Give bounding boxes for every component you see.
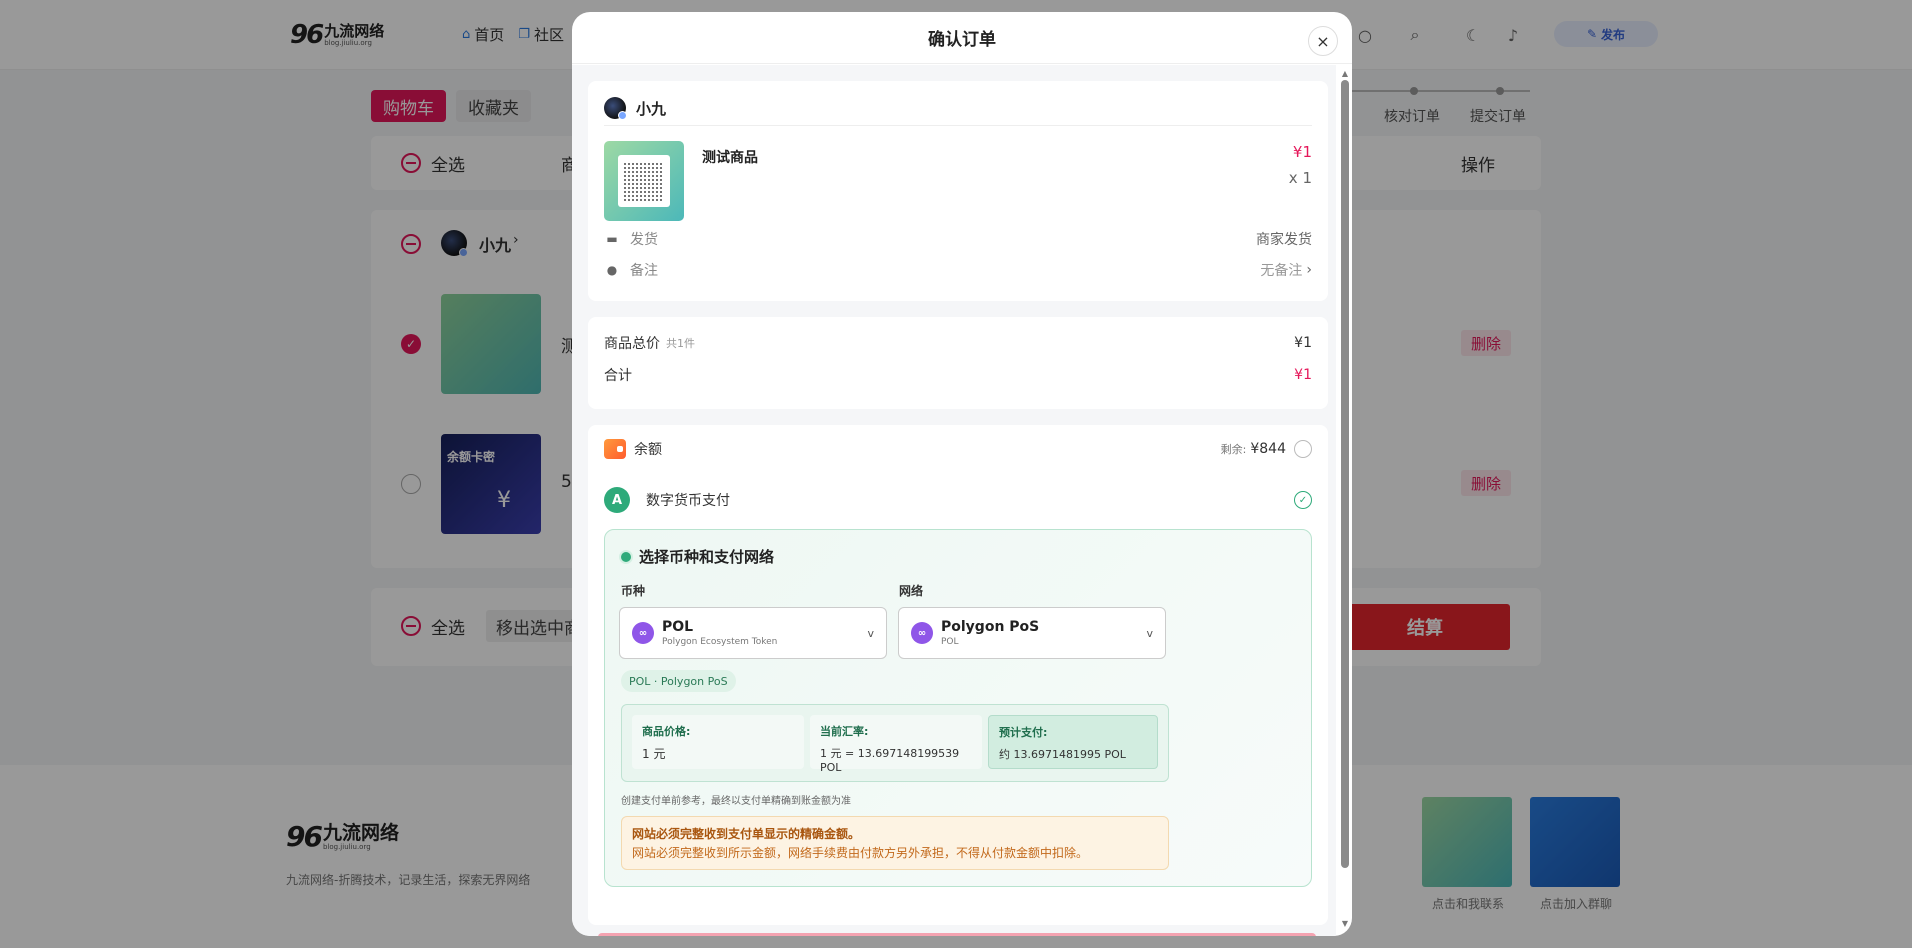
comment-icon: ● <box>606 263 618 277</box>
product-price: ¥1 <box>1292 143 1312 161</box>
scroll-up-icon[interactable]: ▲ <box>1341 70 1349 78</box>
network-select[interactable]: ∞ Polygon PoS POL v <box>898 607 1166 659</box>
selected-network-chip: POL · Polygon PoS <box>621 670 736 692</box>
network-select-sub: POL <box>941 636 959 647</box>
payment-warning: 网站必须完整收到支付单显示的精确金额。 网站必须完整收到所示金额，网络手续费由付… <box>621 816 1169 870</box>
scroll-down-icon[interactable]: ▼ <box>1341 920 1349 928</box>
rate-value: 1 元 = 13.697148199539 POL <box>820 747 960 774</box>
price-label: 商品价格: <box>642 725 691 738</box>
subtotal-count: 共1件 <box>666 337 695 350</box>
total-row: 合计 ¥1 <box>604 365 1312 385</box>
subtotal-label: 商品总价 <box>604 336 660 352</box>
product-name: 测试商品 <box>702 150 758 166</box>
network-select-value: Polygon PoS <box>941 618 1040 635</box>
order-item-section: 小九 测试商品 ¥1 x 1 ▬ 发货 商家发货 ● 备注 无备注 › <box>588 81 1328 301</box>
product-thumbnail <box>604 141 684 221</box>
balance-remain-value: ¥844 <box>1250 441 1286 457</box>
wallet-icon <box>604 439 626 459</box>
balance-pay-option[interactable]: 余额 剩余: ¥844 <box>604 439 1312 459</box>
crypto-section-title: 选择币种和支付网络 <box>621 546 774 567</box>
total-value: ¥1 <box>1294 367 1312 383</box>
confirm-order-modal: 确认订单 × 小九 测试商品 ¥1 x 1 ▬ 发货 商家发货 ● 备注 无备注… <box>572 12 1352 936</box>
chevron-down-icon: v <box>1146 626 1153 640</box>
modal-scrollbar[interactable]: ▲ ▼ <box>1341 70 1349 928</box>
chevron-down-icon: v <box>867 626 874 640</box>
estimate-cell: 预计支付: 约 13.6971481995 POL <box>988 715 1158 769</box>
delivery-row: ▬ 发货 商家发货 <box>604 229 1312 249</box>
rate-label: 当前汇率: <box>820 725 869 738</box>
rate-cell: 当前汇率: 1 元 = 13.697148199539 POL <box>810 715 982 774</box>
payment-section: 余额 剩余: ¥844 A 数字货币支付 ✓ 选择币种和支付网络 币种 网络 ∞… <box>588 425 1328 925</box>
truck-icon: ▬ <box>606 232 618 246</box>
coin-select-sub: Polygon Ecosystem Token <box>662 636 778 647</box>
status-dot-icon <box>621 551 631 562</box>
rate-note: 创建支付单前参考，最终以支付单精确到账金额为准 <box>621 796 851 807</box>
polygon-icon: ∞ <box>632 622 654 644</box>
balance-remain-label: 剩余: <box>1220 443 1247 456</box>
polygon-icon: ∞ <box>911 622 933 644</box>
network-field-label: 网络 <box>899 584 924 598</box>
crypto-radio[interactable]: ✓ <box>1294 491 1312 509</box>
scroll-thumb[interactable] <box>1341 80 1349 868</box>
coin-field-label: 币种 <box>621 584 646 598</box>
crypto-section-title-text: 选择币种和支付网络 <box>639 548 775 566</box>
coin-select-value: POL <box>662 618 694 635</box>
subtotal-row: 商品总价 共1件 ¥1 <box>604 333 1312 353</box>
subtotal-value: ¥1 <box>1294 335 1312 351</box>
remark-value: 无备注 <box>1260 263 1303 279</box>
coin-select[interactable]: ∞ POL Polygon Ecosystem Token v <box>619 607 887 659</box>
crypto-label: 数字货币支付 <box>646 493 730 509</box>
balance-label: 余额 <box>634 442 662 458</box>
total-label: 合计 <box>604 368 632 384</box>
divider <box>604 125 1312 126</box>
delivery-value: 商家发货 <box>1256 232 1312 248</box>
seller-name: 小九 <box>636 99 667 118</box>
chevron-right-icon: › <box>1306 262 1312 278</box>
delivery-label: 发货 <box>630 232 658 248</box>
price-cell: 商品价格: 1 元 <box>632 715 804 769</box>
crypto-pay-option[interactable]: A 数字货币支付 ✓ <box>604 487 1312 513</box>
remark-label: 备注 <box>630 263 658 279</box>
balance-radio[interactable] <box>1294 440 1312 458</box>
warning-text: 网站必须完整收到所示金额，网络手续费由付款方另外承担，不得从付款金额中扣除。 <box>632 846 1089 860</box>
qr-code-image <box>618 155 670 207</box>
seller-info: 小九 <box>604 97 667 120</box>
price-summary-section: 商品总价 共1件 ¥1 合计 ¥1 <box>588 317 1328 409</box>
modal-body: 小九 测试商品 ¥1 x 1 ▬ 发货 商家发货 ● 备注 无备注 › 商品总价… <box>572 65 1336 936</box>
crypto-select-panel: 选择币种和支付网络 币种 网络 ∞ POL Polygon Ecosystem … <box>604 529 1312 887</box>
remark-row[interactable]: ● 备注 无备注 › <box>604 260 1312 280</box>
close-icon[interactable]: × <box>1308 26 1338 56</box>
submit-button-edge[interactable] <box>598 933 1316 936</box>
crypto-icon: A <box>604 487 630 513</box>
estimate-value: 约 13.6971481995 POL <box>999 748 1126 761</box>
modal-title: 确认订单 <box>572 12 1352 64</box>
estimate-label: 预计支付: <box>999 726 1048 739</box>
rate-info-box: 商品价格: 1 元 当前汇率: 1 元 = 13.697148199539 PO… <box>621 704 1169 782</box>
seller-avatar <box>604 97 627 120</box>
warning-title: 网站必须完整收到支付单显示的精确金额。 <box>632 827 861 841</box>
price-value: 1 元 <box>642 747 666 761</box>
product-quantity: x 1 <box>1288 169 1312 187</box>
